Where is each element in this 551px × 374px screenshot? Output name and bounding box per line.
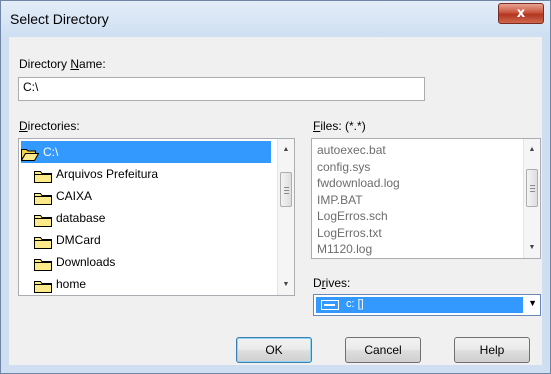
directory-item-label: database — [56, 211, 106, 225]
scroll-down-arrow-icon[interactable]: ▼ — [278, 276, 294, 293]
drive-icon — [321, 300, 339, 310]
scroll-up-arrow-icon[interactable]: ▲ — [278, 141, 294, 158]
directory-item-label: DMCard — [56, 233, 101, 247]
directory-item-label: Arquivos Prefeitura — [56, 167, 159, 181]
files-list[interactable]: autoexec.bat config.sys fwdownload.log IMP.… — [311, 138, 541, 259]
directory-item[interactable]: home — [21, 273, 271, 295]
file-item[interactable]: config.sys — [317, 158, 370, 176]
files-label: Files: (*.*) — [313, 119, 366, 133]
directory-item[interactable]: Downloads — [21, 251, 271, 273]
drives-label: Drives: — [313, 276, 351, 290]
directory-item[interactable]: Arquivos Prefeitura — [21, 163, 271, 185]
directories-label: Directories: — [19, 119, 80, 133]
drives-dropdown[interactable]: c: [] ▼ — [313, 294, 541, 316]
directory-item[interactable]: DMCard — [21, 229, 271, 251]
directories-scroll-thumb[interactable] — [280, 172, 292, 207]
file-item[interactable]: autoexec.bat — [317, 141, 386, 159]
select-directory-dialog: Select Directory x Directory Name: C:\ D… — [0, 0, 551, 374]
scroll-up-arrow-icon[interactable]: ▲ — [524, 141, 540, 158]
close-button[interactable]: x — [498, 3, 544, 24]
close-icon: x — [516, 6, 526, 21]
title-bar[interactable]: Select Directory x — [1, 1, 550, 37]
folder-icon — [34, 278, 52, 293]
directory-item[interactable]: CAIXA — [21, 185, 271, 207]
file-item[interactable]: LogErros.sch — [317, 207, 388, 225]
directory-item-label: home — [56, 277, 87, 291]
file-item[interactable]: M1120.log — [317, 240, 372, 258]
directory-name-label: Directory Name: — [19, 57, 106, 71]
scroll-down-arrow-icon[interactable]: ▼ — [524, 239, 540, 256]
folder-icon — [34, 256, 52, 271]
help-button[interactable]: Help — [454, 337, 530, 363]
cancel-button[interactable]: Cancel — [345, 337, 421, 363]
directories-scrollbar[interactable]: ▲ ▼ — [277, 139, 294, 295]
directory-item[interactable]: database — [21, 207, 271, 229]
files-scroll-thumb[interactable] — [526, 169, 538, 207]
directory-name-input[interactable]: C:\ — [18, 77, 425, 101]
file-item[interactable]: IMP.BAT — [317, 191, 363, 209]
folder-icon — [34, 190, 52, 205]
folder-open-icon — [20, 146, 40, 162]
directory-item-label: Downloads — [56, 255, 116, 269]
directory-item-label: CAIXA — [56, 189, 93, 203]
drives-selected-value: c: [] — [316, 297, 523, 313]
directories-list[interactable]: C:\ Arquivos Prefeitura CAIXA database DMCar… — [18, 138, 295, 296]
file-item[interactable]: LogErros.txt — [317, 224, 382, 242]
ok-button[interactable]: OK — [236, 337, 312, 363]
chevron-down-icon[interactable]: ▼ — [528, 298, 537, 308]
directory-item[interactable]: C:\ — [20, 141, 271, 163]
folder-icon — [34, 212, 52, 227]
directory-item-label: C:\ — [43, 145, 59, 159]
dialog-title: Select Directory — [10, 11, 109, 27]
folder-icon — [34, 168, 52, 183]
folder-icon — [34, 234, 52, 249]
file-item[interactable]: fwdownload.log — [317, 174, 400, 192]
dialog-body: Directory Name: C:\ Directories: C:\ Arqu… — [9, 37, 542, 365]
files-scrollbar[interactable]: ▲ ▼ — [523, 139, 540, 258]
